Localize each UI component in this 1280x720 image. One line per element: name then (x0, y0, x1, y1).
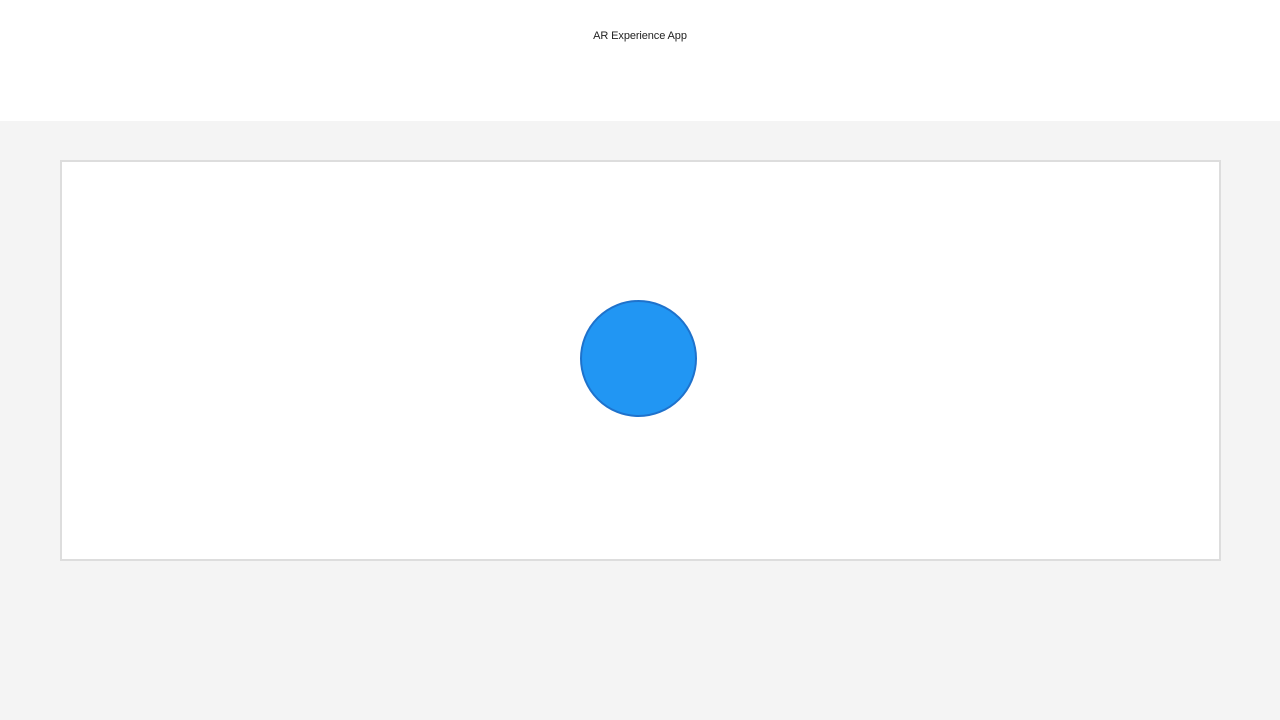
ar-viewport[interactable] (60, 160, 1221, 561)
app-title: AR Experience App (593, 30, 687, 42)
app-header: AR Experience App (0, 0, 1280, 121)
ar-object-sphere[interactable] (580, 300, 697, 417)
